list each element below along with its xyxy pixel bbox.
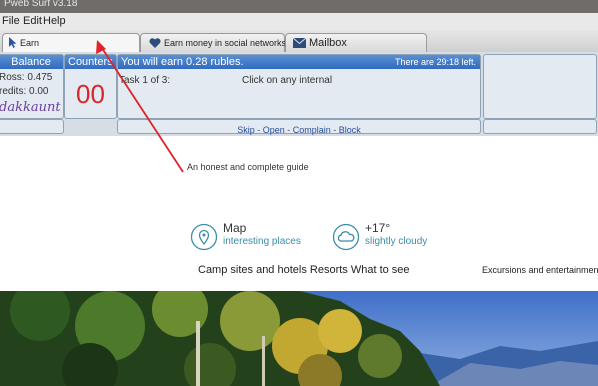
map-pin-icon: [190, 223, 218, 251]
balance-ross: Ross: 0.475: [0, 72, 53, 83]
window-title-area: Pweb Surf v3.18: [0, 0, 598, 13]
cloud-icon: [332, 223, 360, 251]
task-actions-bar: Skip - Open - Complain - Block: [117, 119, 481, 135]
task-earn-text: You will earn 0.28 rubles.: [121, 56, 244, 68]
envelope-icon: [293, 38, 306, 48]
tab-social-label: Earn money in social networks: [164, 38, 287, 48]
counters-header: Counters: [65, 55, 116, 69]
weather-title: +17°: [365, 221, 391, 235]
site-nav[interactable]: Camp sites and hotels Resorts What to se…: [198, 264, 410, 276]
menu-help[interactable]: Help: [43, 15, 66, 27]
heart-icon: [149, 38, 161, 48]
balance-footer: [0, 119, 64, 134]
landscape-photo: [0, 291, 598, 386]
tab-mailbox-label: Mailbox: [309, 37, 347, 49]
menu-bar: File Edit Help: [0, 13, 598, 31]
tab-mailbox[interactable]: Mailbox: [285, 33, 427, 52]
task-box: You will earn 0.28 rubles. There are 29:…: [117, 54, 481, 119]
counters-box: Counters 00: [64, 54, 117, 119]
tab-earn-label: Earn: [20, 38, 40, 48]
map-subtitle: interesting places: [223, 236, 301, 247]
menu-edit[interactable]: Edit: [23, 15, 42, 27]
menu-file[interactable]: File: [2, 15, 20, 27]
task-actions[interactable]: Skip - Open - Complain - Block: [237, 125, 361, 135]
balance-box: Balance Ross: 0.475 redits: 0.00 dakkaun…: [0, 54, 64, 119]
task-header: You will earn 0.28 rubles. There are 29:…: [118, 55, 480, 69]
tab-earn[interactable]: Earn: [2, 33, 140, 53]
guide-text: An honest and complete guide: [187, 162, 309, 172]
tab-strip: Earn Earn money in social networks Mailb…: [0, 30, 598, 53]
balance-header: Balance: [0, 55, 63, 69]
tab-social[interactable]: Earn money in social networks: [140, 33, 287, 52]
cursor-icon: [9, 37, 17, 48]
side-footer: [483, 119, 597, 134]
window-title: Pweb Surf v3.18: [4, 0, 78, 9]
task-instruction: Click on any internal: [242, 75, 333, 86]
weather-subtitle: slightly cloudy: [365, 236, 428, 247]
task-counter: Task 1 of 3:: [119, 75, 171, 86]
site-nav-right[interactable]: Excursions and entertainment: [482, 265, 598, 275]
surf-panel: Balance Ross: 0.475 redits: 0.00 dakkaun…: [0, 52, 598, 136]
map-title[interactable]: Map: [223, 221, 246, 235]
counter-value: 00: [76, 79, 105, 109]
account-link[interactable]: dakkaunt: [0, 100, 61, 115]
side-box: [483, 54, 597, 119]
balance-credits: redits: 0.00: [0, 86, 49, 97]
task-time-left: There are 29:18 left.: [394, 57, 476, 67]
